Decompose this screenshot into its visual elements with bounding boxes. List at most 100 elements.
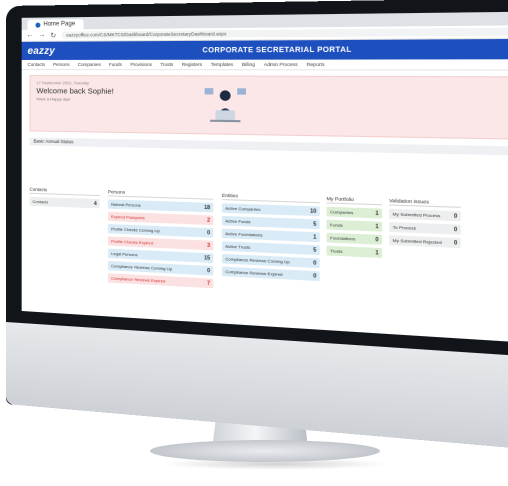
stat-count: 0 — [207, 229, 211, 236]
product-shot: Home Page ← → ↻ eazzyoffice.com/CS/MKTCS… — [0, 0, 508, 486]
main-menu: Contacts Persons Companies Funds Provisi… — [21, 59, 508, 71]
stat-count: 0 — [375, 236, 379, 244]
stat-row[interactable]: Contacts 4 — [29, 196, 100, 209]
stat-count: 0 — [313, 259, 317, 267]
stat-label: Compliance Reviews Expired — [225, 268, 283, 278]
stat-label: Profile Checks Coming Up — [111, 226, 160, 234]
browser-tab-title: Home Page — [43, 21, 76, 28]
stat-row[interactable]: Active Foundations 1 — [221, 228, 320, 243]
reload-icon[interactable]: ↻ — [50, 31, 56, 39]
stat-row[interactable]: Companies 1 — [326, 206, 383, 219]
screen: Home Page ← → ↻ eazzyoffice.com/CS/MKTCS… — [21, 11, 508, 343]
panel-title: Persons — [107, 189, 214, 200]
stat-label: Natural Persons — [111, 201, 141, 208]
contacts-panel: Contacts Contacts 4 — [29, 186, 100, 212]
stat-count: 3 — [207, 242, 211, 249]
panel-title: Entities — [221, 192, 320, 204]
stat-count: 0 — [453, 212, 458, 220]
stat-label: My Submitted Process — [392, 211, 441, 219]
stat-row[interactable]: Active Companies 10 — [221, 203, 320, 217]
favicon-icon — [35, 22, 41, 28]
stat-row[interactable]: To Process 0 — [389, 222, 461, 235]
menu-item-registers[interactable]: Registers — [182, 62, 202, 67]
stat-label: Contacts — [32, 198, 49, 205]
apple-logo-icon — [247, 363, 274, 395]
menu-item-reports[interactable]: Reports — [307, 62, 325, 67]
eazzy-logo[interactable]: eazzy — [28, 45, 55, 56]
panel-title: Validation Issues — [389, 197, 461, 208]
stat-row[interactable]: Funds 1 — [326, 219, 383, 232]
stat-label: Compliance Reviews Expired — [111, 275, 166, 284]
stat-count: 2 — [207, 216, 211, 224]
menu-item-companies[interactable]: Companies — [78, 62, 101, 67]
menu-item-billing[interactable]: Billing — [242, 62, 255, 67]
person-at-laptop-illustration — [204, 88, 246, 123]
stat-label: Legal Persons — [111, 250, 138, 258]
panel-title: Contacts — [29, 186, 100, 197]
stat-label: Compliance Reviews Coming Up — [111, 263, 173, 272]
stat-row[interactable]: Active Trusts 5 — [221, 241, 320, 256]
stat-row[interactable]: Compliance Reviews Expired 0 — [221, 266, 320, 282]
stat-count: 1 — [375, 223, 379, 230]
stat-label: To Process — [392, 224, 417, 231]
stat-count: 15 — [204, 254, 211, 262]
stat-row[interactable]: My Submitted Rejected 0 — [389, 235, 461, 249]
stat-row[interactable]: Compliance Reviews Coming Up 0 — [221, 253, 320, 269]
stat-count: 0 — [313, 272, 317, 280]
browser-tab[interactable]: Home Page — [27, 19, 84, 30]
stat-label: Compliance Reviews Coming Up — [225, 256, 290, 265]
stat-count: 7 — [207, 280, 211, 287]
menu-item-provisions[interactable]: Provisions — [130, 62, 152, 67]
stat-row[interactable]: Profile Checks Coming Up 0 — [107, 224, 214, 238]
imac-monitor: Home Page ← → ↻ eazzyoffice.com/CS/MKTCS… — [6, 0, 508, 452]
menu-item-trusts[interactable]: Trusts — [160, 62, 173, 67]
stat-label: Companies — [329, 209, 354, 216]
url-field[interactable]: eazzyoffice.com/CS/MKTCS/Dashboard/Corpo… — [61, 27, 508, 39]
menu-item-admin-process[interactable]: Admin Process — [264, 62, 298, 67]
app-header: eazzy CORPORATE SECRETARIAL PORTAL — [21, 38, 508, 60]
stat-count: 4 — [93, 200, 97, 207]
welcome-banner: 17 September 2021, Tuesday Welcome back … — [29, 75, 508, 140]
stand-foot — [150, 440, 380, 462]
stat-label: Profile Checks Expired — [111, 238, 154, 246]
stat-label: Active Companies — [225, 205, 261, 212]
stat-count: 1 — [313, 233, 317, 241]
stat-count: 5 — [313, 246, 317, 254]
stat-row[interactable]: Compliance Reviews Expired 7 — [107, 273, 214, 289]
welcome-subtext: Have a Happy day! — [36, 96, 71, 102]
menu-item-funds[interactable]: Funds — [109, 62, 122, 67]
stat-row[interactable]: Profile Checks Expired 3 — [107, 236, 214, 251]
stat-count: 18 — [204, 204, 211, 211]
stat-label: Foundations — [329, 235, 356, 242]
forward-arrow-icon[interactable]: → — [38, 32, 45, 39]
stat-label: Trusts — [329, 248, 343, 254]
stat-count: 1 — [375, 249, 379, 257]
stat-row[interactable]: Active Funds 5 — [221, 215, 320, 230]
validation-issues-panel: Validation Issues My Submitted Process 0 T… — [389, 197, 461, 252]
stat-row[interactable]: Expired Passports 2 — [107, 211, 214, 226]
back-arrow-icon[interactable]: ← — [27, 32, 34, 39]
welcome-text: Welcome back Sophie! — [36, 86, 114, 96]
stat-label: Active Funds — [225, 218, 251, 225]
stat-count: 0 — [207, 267, 211, 274]
stat-count: 1 — [375, 210, 379, 217]
portal-title: CORPORATE SECRETARIAL PORTAL — [202, 45, 352, 54]
stat-row[interactable]: Foundations 0 — [326, 232, 383, 245]
section-title: Basic Annual Status — [29, 137, 508, 156]
stat-count: 10 — [310, 207, 317, 215]
stat-label: Funds — [329, 222, 343, 228]
my-portfolio-panel: My Portfolio Companies 1 Funds 1 Foundations… — [326, 195, 383, 261]
entities-panel: Entities Active Companies 10 Active Funds 5… — [221, 192, 320, 285]
stat-count: 5 — [313, 220, 317, 228]
persons-panel: Persons Natural Persons 18 Expired Passpor… — [107, 189, 214, 291]
stat-count: 0 — [453, 226, 458, 233]
panel-title: My Portfolio — [326, 195, 383, 206]
stat-row[interactable]: Trusts 1 — [326, 245, 383, 258]
stat-label: Active Trusts — [225, 243, 251, 250]
banner-date: 17 September 2021, Tuesday — [36, 80, 90, 86]
stat-row[interactable]: My Submitted Process 0 — [389, 208, 461, 222]
menu-item-contacts[interactable]: Contacts — [28, 62, 46, 67]
stat-row[interactable]: Natural Persons 18 — [107, 199, 214, 213]
menu-item-persons[interactable]: Persons — [53, 62, 70, 67]
menu-item-templates[interactable]: Templates — [211, 62, 233, 67]
